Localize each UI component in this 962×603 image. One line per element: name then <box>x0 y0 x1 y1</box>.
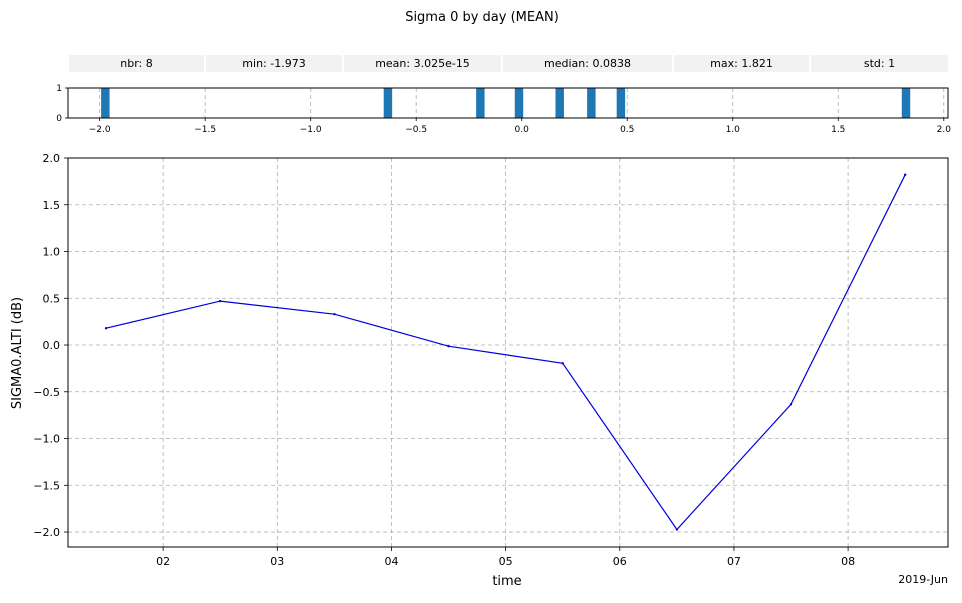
histogram-bar <box>383 88 393 118</box>
x-axis-label: time <box>492 574 521 589</box>
histogram-x-tick-label: 0.5 <box>620 125 634 135</box>
stat-text: min: -1.973 <box>242 57 305 70</box>
stat-text: mean: 3.025e-15 <box>375 57 470 70</box>
stat-text: std: 1 <box>864 57 895 70</box>
histogram-bar <box>101 88 110 118</box>
data-point <box>333 312 336 316</box>
histogram-bar <box>616 88 626 118</box>
data-point <box>219 299 222 303</box>
data-point <box>104 326 108 330</box>
histogram-x-tick-label: 0.0 <box>515 125 530 135</box>
line-y-tick-label: −0.5 <box>33 386 60 399</box>
y-axis-label: SIGMA0.ALTI (dB) <box>10 297 25 409</box>
histogram-x-tick-label: −2.0 <box>89 125 111 135</box>
series-points <box>104 173 907 531</box>
histogram-x-tick-label: 1.5 <box>831 125 845 135</box>
histogram-bar <box>587 88 596 118</box>
line-panel: 02 03 04 05 06 07 08 2.0 1.5 1.0 0.5 0.0 −0.5 −1.0 −1… <box>10 152 949 589</box>
figure: Sigma 0 by day (MEAN) nbr: 8 min: -1.973 m… <box>10 10 951 589</box>
line-y-tick-label: 0.5 <box>43 292 61 305</box>
stats-strip: nbr: 8 min: -1.973 mean: 3.025e-15 median: … <box>69 55 948 72</box>
histogram-y-tick-label: 1 <box>56 84 62 94</box>
histogram-bar <box>514 88 524 118</box>
data-point <box>789 403 793 406</box>
data-point <box>675 528 679 531</box>
histogram-bars <box>101 88 911 118</box>
histogram-x-tick-label: −1.0 <box>300 125 322 135</box>
line-x-tick-label: 07 <box>727 555 741 568</box>
data-point <box>447 345 450 348</box>
line-y-tick-label: −2.0 <box>33 526 60 539</box>
stat-text: max: 1.821 <box>710 57 773 70</box>
line-x-tick-label: 02 <box>156 555 170 568</box>
histogram-y-tick-label: 0 <box>56 114 62 124</box>
histogram-x-tick-label: −1.5 <box>194 125 216 135</box>
chart-title: Sigma 0 by day (MEAN) <box>405 10 559 25</box>
line-y-ticks: 2.0 1.5 1.0 0.5 0.0 −0.5 −1.0 −1.5 −2.0 <box>33 152 68 539</box>
line-y-tick-label: 1.5 <box>43 199 61 212</box>
line-x-tick-label: 03 <box>270 555 284 568</box>
histogram-frame <box>67 87 949 119</box>
histogram-x-ticks: −2.0 −1.5 −1.0 −0.5 0.0 0.5 1.0 1.5 2.0 <box>89 118 951 135</box>
line-frame <box>67 157 949 548</box>
histogram-x-tick-label: 2.0 <box>937 125 952 135</box>
line-x-tick-label: 08 <box>841 555 855 568</box>
histogram-x-tick-label: −0.5 <box>405 125 427 135</box>
data-point <box>561 362 564 365</box>
histogram-bar <box>476 88 485 118</box>
line-x-tick-label: 05 <box>499 555 513 568</box>
stat-text: nbr: 8 <box>120 57 152 70</box>
line-x-tick-label: 04 <box>384 555 398 568</box>
histogram-x-tick-label: 1.0 <box>726 125 741 135</box>
line-x-ticks: 02 03 04 05 06 07 08 <box>156 547 855 568</box>
x-offset-label: 2019-Jun <box>898 573 948 586</box>
line-x-tick-label: 06 <box>613 555 627 568</box>
line-y-tick-label: 0.0 <box>43 339 61 352</box>
histogram-y-ticks: 01 <box>56 84 68 124</box>
line-y-tick-label: −1.0 <box>33 433 60 446</box>
histogram-panel: −2.0 −1.5 −1.0 −0.5 0.0 0.5 1.0 1.5 2.0 01 <box>56 84 951 135</box>
histogram-bar <box>901 88 911 118</box>
data-point <box>903 173 907 176</box>
line-y-tick-label: 2.0 <box>43 152 61 165</box>
stat-text: median: 0.0838 <box>544 57 631 70</box>
line-y-tick-label: −1.5 <box>33 479 60 492</box>
line-grid <box>68 157 948 547</box>
line-y-tick-label: 1.0 <box>43 246 61 259</box>
histogram-bar <box>555 88 564 118</box>
